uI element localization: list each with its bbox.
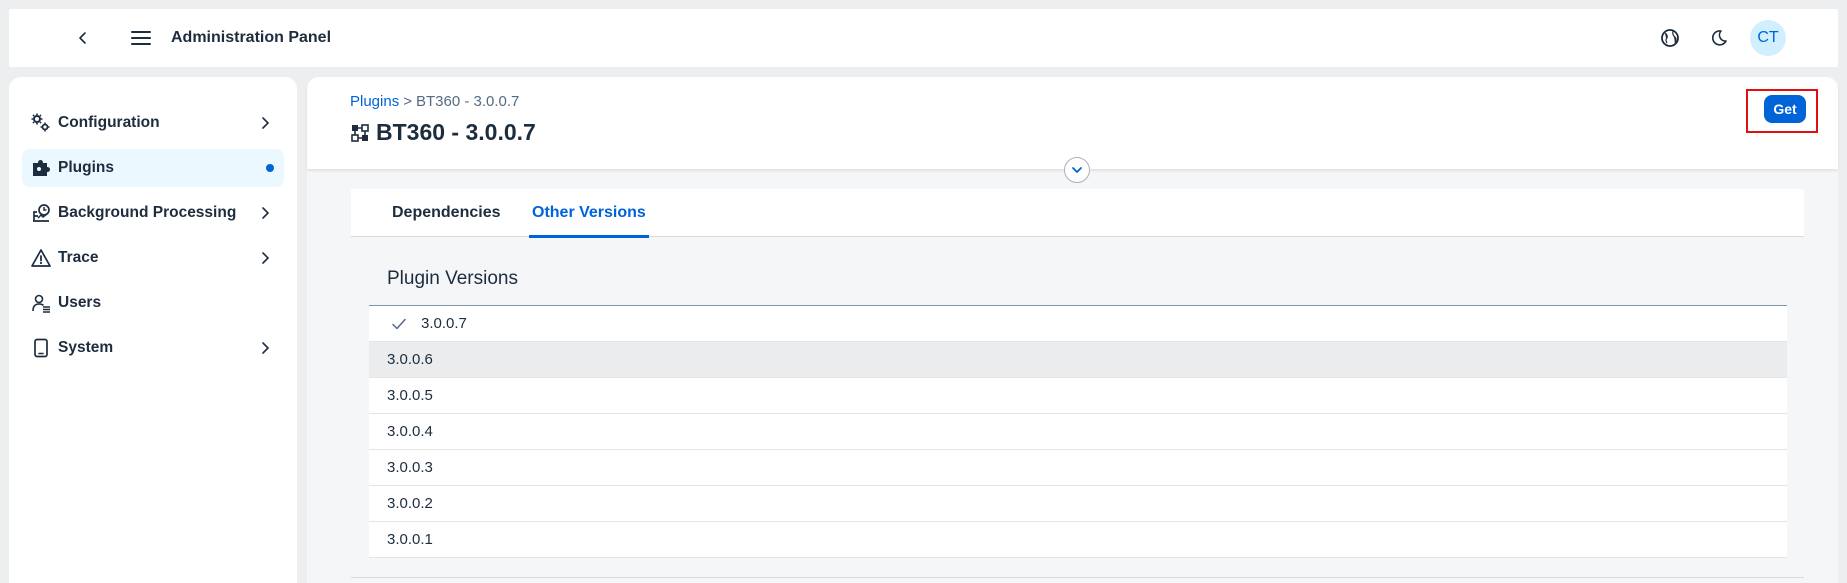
tab-bar: Dependencies Other Versions xyxy=(351,189,1804,238)
sidebar-item-label: System xyxy=(58,339,114,356)
version-label: 3.0.0.7 xyxy=(421,315,467,332)
sidebar-item-plugins[interactable]: Plugins xyxy=(22,149,284,187)
warning-triangle-icon xyxy=(30,247,52,269)
page-title-row: BT360 - 3.0.0.7 xyxy=(350,119,536,146)
background-processing-icon xyxy=(30,202,52,224)
list-item[interactable]: 3.0.0.5 xyxy=(369,378,1787,414)
side-navigation: Configuration Plugins Background Process… xyxy=(9,77,297,583)
object-page-header: Plugins > BT360 - 3.0.0.7 BT360 - 3.0.0.7 … xyxy=(307,77,1838,169)
sidebar-item-system[interactable]: System xyxy=(22,329,284,367)
breadcrumb-current: BT360 - 3.0.0.7 xyxy=(415,93,520,110)
list-item[interactable]: 3.0.0.1 xyxy=(369,522,1787,558)
chevron-right-icon xyxy=(262,252,270,264)
section-title: Plugin Versions xyxy=(387,268,518,289)
sidebar-item-label: Trace xyxy=(58,249,99,266)
list-item[interactable]: 3.0.0.3 xyxy=(369,450,1787,486)
list-item[interactable]: 3.0.0.7 xyxy=(369,306,1787,342)
shell-bar: Administration Panel CT xyxy=(9,9,1838,67)
chevron-left-icon xyxy=(79,32,86,44)
breadcrumb-separator: > xyxy=(403,93,412,110)
user-list-icon xyxy=(30,292,52,314)
version-label: 3.0.0.3 xyxy=(387,459,433,476)
section-divider xyxy=(351,577,1804,578)
list-item[interactable]: 3.0.0.4 xyxy=(369,414,1787,450)
version-label: 3.0.0.5 xyxy=(387,387,433,404)
plugin-icon xyxy=(351,123,369,142)
page-title: BT360 - 3.0.0.7 xyxy=(376,119,536,145)
back-button[interactable] xyxy=(63,18,103,58)
highlight-frame xyxy=(1746,89,1818,133)
list-item[interactable]: 3.0.0.2 xyxy=(369,486,1787,522)
collapse-header-button[interactable] xyxy=(1064,157,1090,183)
moon-icon xyxy=(1711,30,1727,46)
tablet-icon xyxy=(30,337,52,359)
chevron-right-icon xyxy=(262,342,270,354)
menu-icon xyxy=(131,31,151,45)
list-item[interactable]: 3.0.0.6 xyxy=(369,342,1787,378)
language-button[interactable] xyxy=(1650,18,1690,58)
chevron-down-icon xyxy=(1072,167,1082,173)
version-label: 3.0.0.6 xyxy=(387,351,433,368)
puzzle-icon xyxy=(30,157,52,179)
globe-icon xyxy=(1661,29,1679,47)
version-list: 3.0.0.7 3.0.0.6 3.0.0.5 3.0.0.4 3.0.0.3 … xyxy=(369,305,1787,558)
tab-dependencies[interactable]: Dependencies xyxy=(389,189,503,237)
breadcrumb-link-plugins[interactable]: Plugins xyxy=(350,93,399,110)
breadcrumb: Plugins > BT360 - 3.0.0.7 xyxy=(350,93,519,110)
sidebar-item-label: Configuration xyxy=(58,114,160,131)
sidebar-item-configuration[interactable]: Configuration xyxy=(22,104,284,142)
theme-toggle-button[interactable] xyxy=(1699,18,1739,58)
app-title: Administration Panel xyxy=(171,29,332,46)
version-label: 3.0.0.4 xyxy=(387,423,433,440)
version-label: 3.0.0.2 xyxy=(387,495,433,512)
selected-indicator xyxy=(266,164,274,172)
tab-other-versions[interactable]: Other Versions xyxy=(529,189,649,238)
user-avatar[interactable]: CT xyxy=(1750,20,1786,56)
sidebar-item-users[interactable]: Users xyxy=(22,284,284,322)
sidebar-item-label: Background Processing xyxy=(58,204,237,221)
version-label: 3.0.0.1 xyxy=(387,531,433,548)
chevron-right-icon xyxy=(262,117,270,129)
sidebar-item-label: Plugins xyxy=(58,159,114,176)
sidebar-item-label: Users xyxy=(58,294,102,311)
gears-icon xyxy=(30,112,52,134)
chevron-right-icon xyxy=(262,207,270,219)
menu-button[interactable] xyxy=(121,18,161,58)
sidebar-item-trace[interactable]: Trace xyxy=(22,239,284,277)
sidebar-item-background-processing[interactable]: Background Processing xyxy=(22,194,284,232)
checkmark-icon xyxy=(392,318,406,329)
